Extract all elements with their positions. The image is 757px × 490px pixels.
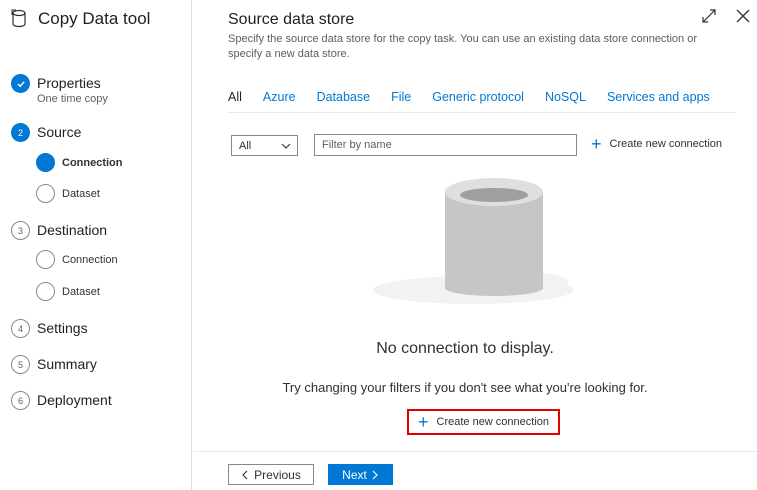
plus-icon: + [417,412,429,432]
substep-label: Connection [62,253,118,266]
step-settings[interactable]: 4 Settings [11,319,88,338]
empty-state-hint: Try changing your filters if you don't s… [282,380,648,395]
step-number-badge: 2 [11,123,30,142]
step-settings-label: Settings [37,320,88,336]
app-header: Copy Data tool [10,9,150,29]
step-destination[interactable]: 3 Destination [11,221,107,240]
step-number-badge: 6 [11,391,30,410]
step-summary-label: Summary [37,356,97,372]
step-number-badge: 3 [11,221,30,240]
dropdown-value: All [239,139,252,152]
main-panel: Source data store Specify the source dat… [193,0,757,490]
app-title: Copy Data tool [38,9,151,28]
step-properties[interactable]: Properties [11,74,101,93]
step-deployment-label: Deployment [37,392,112,408]
page-title: Source data store [228,11,355,28]
step-number-badge: 5 [11,355,30,374]
substep-source-connection[interactable]: Connection [36,153,123,172]
step-source-label: Source [37,124,82,140]
step-number-badge: 4 [11,319,30,338]
step-properties-sub: One time copy [37,93,108,105]
chevron-left-icon [242,470,248,479]
next-label: Next [342,467,367,482]
tab-services-and-apps[interactable]: Services and apps [607,90,710,104]
step-deployment[interactable]: 6 Deployment [11,391,112,410]
substep-label: Dataset [62,285,100,298]
chevron-right-icon [372,470,378,479]
previous-label: Previous [254,467,301,482]
tab-generic-protocol[interactable]: Generic protocol [432,90,524,104]
step-destination-label: Destination [37,222,108,238]
step-properties-label: Properties [37,75,101,91]
category-tabs: All Azure Database File Generic protocol… [228,90,731,104]
chevron-down-icon [281,143,291,149]
page-description: Specify the source data store for the co… [228,33,698,60]
next-button[interactable]: Next [328,464,393,485]
footer-divider [193,451,757,452]
create-new-connection-label: Create new connection [436,416,550,428]
create-new-connection-label: Create new connection [609,138,723,150]
radio-filled-icon [36,153,55,172]
radio-empty-icon [36,282,55,301]
tab-divider [228,112,736,113]
close-icon[interactable] [735,8,751,24]
tab-database[interactable]: Database [317,90,371,104]
step-source[interactable]: 2 Source [11,123,81,142]
empty-state-title: No connection to display. [376,340,554,357]
empty-database-illustration [373,178,573,304]
wizard-sidebar: Copy Data tool Properties One time copy … [0,0,192,490]
copy-data-icon [11,9,26,28]
type-filter-dropdown[interactable]: All [231,135,298,156]
tab-azure[interactable]: Azure [263,90,296,104]
radio-empty-icon [36,184,55,203]
tab-file[interactable]: File [391,90,411,104]
substep-destination-connection[interactable]: Connection [36,250,118,269]
substep-source-dataset[interactable]: Dataset [36,184,100,203]
filter-by-name-input[interactable] [314,134,577,156]
create-new-connection-button[interactable]: + Create new connection [407,409,560,435]
tab-all[interactable]: All [228,90,242,104]
plus-icon: + [591,134,602,154]
create-new-connection-link[interactable]: + Create new connection [591,134,723,154]
step-summary[interactable]: 5 Summary [11,355,97,374]
tab-nosql[interactable]: NoSQL [545,90,586,104]
substep-label: Dataset [62,187,100,200]
radio-empty-icon [36,250,55,269]
substep-label: Connection [62,156,123,169]
substep-destination-dataset[interactable]: Dataset [36,282,100,301]
previous-button[interactable]: Previous [228,464,314,485]
expand-icon[interactable] [701,8,717,24]
checkmark-icon [11,74,30,93]
